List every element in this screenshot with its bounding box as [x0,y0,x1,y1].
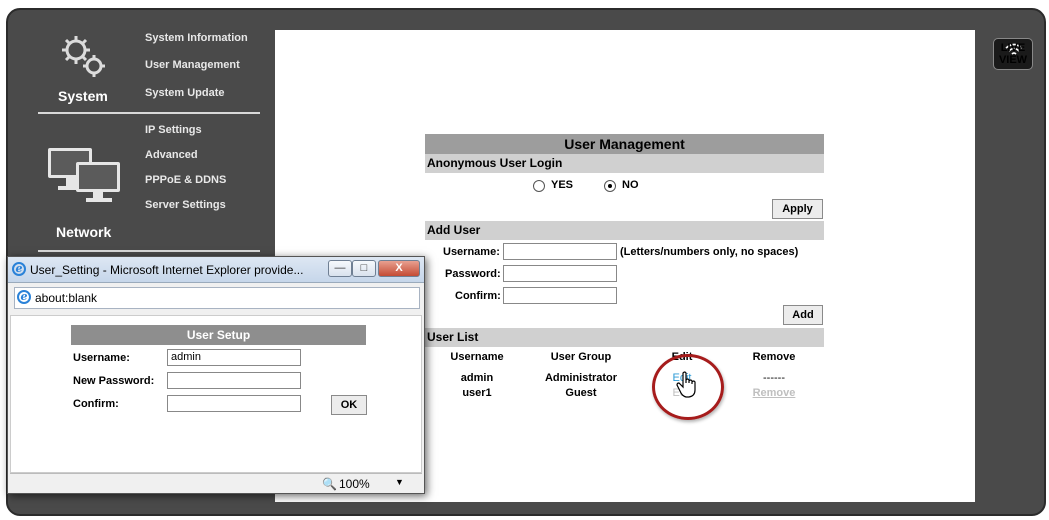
popup-window-title: User_Setting - Microsoft Internet Explor… [30,263,304,277]
anonymous-yes-radio[interactable] [533,180,545,192]
setup-new-password-input[interactable] [167,372,301,389]
gears-icon [62,36,105,77]
setup-new-password-label: New Password: [73,375,155,387]
sidebar-item-ip-settings[interactable]: IP Settings [145,124,202,136]
add-username-input[interactable] [503,243,617,260]
table-row-username: admin [460,372,494,384]
username-hint: (Letters/numbers only, no spaces) [620,246,799,258]
setup-confirm-input[interactable] [167,395,301,412]
sidebar-item-system-update[interactable]: System Update [145,87,224,99]
anonymous-no-radio[interactable] [604,180,616,192]
setup-confirm-label: Confirm: [73,398,119,410]
add-username-label: Username: [443,246,500,258]
zoom-level[interactable]: 100% [339,477,370,491]
column-header-remove: Remove [752,351,796,363]
network-monitors-icon [48,148,120,202]
address-bar[interactable]: e about:blank [14,287,420,309]
column-header-username: Username [450,351,504,363]
sidebar-item-system-information[interactable]: System Information [145,32,248,44]
network-section-title: Network [56,224,112,240]
sidebar-item-advanced[interactable]: Advanced [145,149,198,161]
add-password-label: Password: [445,268,501,280]
zoom-icon: 🔍 [322,477,337,491]
anonymous-no-label: NO [622,179,639,191]
table-row-group: Guest [565,387,597,399]
apply-button[interactable]: Apply [772,199,823,219]
column-header-user-group: User Group [550,351,612,363]
system-section-title: System [58,88,108,104]
setup-username-label: Username: [73,352,130,364]
ok-button[interactable]: OK [331,395,367,415]
live-view-label: LIVE VIEW [998,42,1028,66]
add-user-heading: Add User [425,221,824,240]
anonymous-yes-label: YES [551,179,574,191]
table-row-group: Administrator [544,372,618,384]
close-button[interactable]: X [378,260,420,277]
screen: System System Information User Managemen… [0,0,1049,520]
remove-admin-placeholder: ------ [763,372,785,384]
remove-user1-link[interactable]: Remove [744,387,804,399]
sidebar-item-pppoe-ddns[interactable]: PPPoE & DDNS [145,174,226,186]
add-password-input[interactable] [503,265,617,282]
sidebar-divider [38,250,260,252]
add-confirm-input[interactable] [503,287,617,304]
highlight-circle [652,354,724,420]
page-title: User Management [425,134,824,154]
internet-explorer-icon: e [12,262,26,276]
user-setup-title: User Setup [71,325,366,345]
user-list-heading: User List [425,328,824,347]
zoom-dropdown-icon[interactable]: ▼ [395,477,404,487]
add-button[interactable]: Add [783,305,823,325]
add-confirm-label: Confirm: [455,290,501,302]
sidebar-divider [38,112,260,114]
internet-explorer-icon: e [17,290,31,304]
anonymous-login-heading: Anonymous User Login [425,154,824,173]
popup-titlebar[interactable]: e User_Setting - Microsoft Internet Expl… [8,257,424,283]
maximize-button[interactable]: □ [352,260,376,277]
user-setting-popup: e User_Setting - Microsoft Internet Expl… [7,256,425,494]
address-text: about:blank [35,291,98,305]
status-bar: 🔍 100% ▼ [10,473,422,493]
sidebar-item-user-management[interactable]: User Management [145,59,240,71]
setup-username-input[interactable]: admin [167,349,301,366]
popup-body: User Setup Username: admin New Password:… [10,315,422,473]
sidebar-item-server-settings[interactable]: Server Settings [145,199,226,211]
minimize-button[interactable]: — [328,260,352,277]
live-view-button[interactable]: LIVE VIEW [993,38,1033,70]
table-row-username: user1 [462,387,492,399]
